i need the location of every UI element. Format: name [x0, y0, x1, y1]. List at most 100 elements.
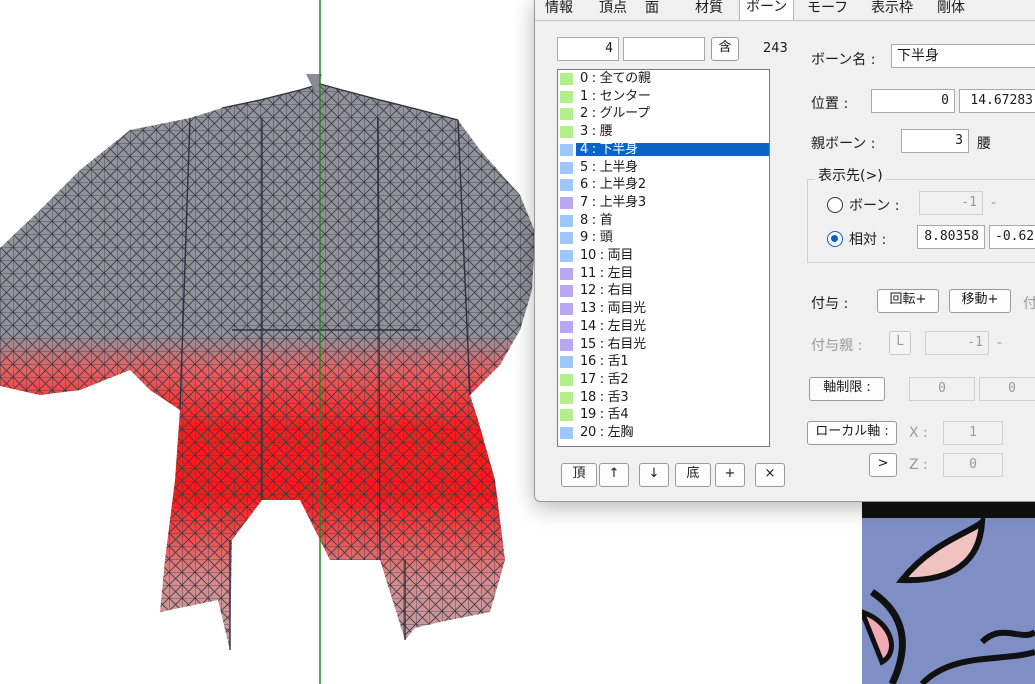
- bone-list-item[interactable]: 1 : センター: [560, 90, 768, 103]
- grant-rotate-button[interactable]: 回転+: [877, 289, 939, 313]
- local-axis-x-input[interactable]: 1: [943, 421, 1003, 445]
- bone-color-swatch: [560, 196, 573, 209]
- bone-list-label: 9 : 頭: [580, 230, 613, 246]
- bone-list-label: 12 : 右目: [580, 283, 634, 299]
- position-label: 位置 :: [811, 96, 849, 112]
- local-axis-z-label: Z :: [909, 457, 928, 473]
- relative-y-input[interactable]: -0.625: [989, 225, 1035, 249]
- bone-color-swatch: [560, 161, 573, 174]
- bone-list[interactable]: 0 : 全ての親 1 : センター 2 : グループ 3 : 腰 4 : 下半身 5 : …: [557, 69, 770, 447]
- bone-color-swatch: [560, 232, 573, 245]
- display-bone-radio[interactable]: [827, 197, 843, 213]
- parent-bone-index-input[interactable]: 3: [901, 129, 969, 153]
- bone-list-item[interactable]: 14 : 左目光: [560, 320, 768, 333]
- tab-bar: 情報 頂点 面 材質 ボーン モーフ 表示枠 剛体: [535, 0, 1035, 21]
- add-bone-button[interactable]: +: [715, 463, 745, 487]
- bone-list-item[interactable]: 9 : 頭: [560, 230, 768, 246]
- bone-color-swatch: [560, 373, 573, 386]
- bone-list-label: 8 : 首: [580, 212, 613, 228]
- tab-face[interactable]: 面: [639, 0, 665, 21]
- bone-color-swatch: [560, 108, 573, 121]
- bone-list-item[interactable]: 5 : 上半身: [560, 161, 768, 174]
- display-bone-name: -: [991, 195, 997, 211]
- move-up-button[interactable]: ↑: [599, 463, 629, 487]
- grant-label: 付与 :: [811, 296, 849, 312]
- bone-list-item[interactable]: 12 : 右目: [560, 283, 768, 299]
- parent-bone-name: 腰: [977, 136, 991, 152]
- move-down-button[interactable]: ↓: [639, 463, 669, 487]
- bone-list-label: 18 : 舌3: [580, 389, 629, 405]
- bone-name-label: ボーン名 :: [811, 52, 876, 68]
- tab-material[interactable]: 材質: [689, 0, 729, 21]
- grant-parent-local-button[interactable]: L: [889, 331, 911, 355]
- grant-parent-label: 付与親 :: [811, 338, 863, 354]
- grant-parent-input[interactable]: -1: [925, 331, 989, 355]
- display-relative-radio[interactable]: [827, 231, 843, 247]
- bone-name-input[interactable]: 下半身: [891, 44, 1035, 68]
- display-bone-input[interactable]: -1: [919, 191, 983, 215]
- bone-list-item[interactable]: 16 : 舌1: [560, 355, 768, 369]
- display-target-label: 表示先(>): [815, 165, 886, 185]
- bone-list-label: 17 : 舌2: [580, 371, 629, 387]
- display-relative-label: 相対 :: [849, 232, 887, 248]
- bone-color-swatch: [560, 338, 573, 351]
- delete-bone-button[interactable]: ×: [755, 463, 785, 487]
- bone-list-item[interactable]: 8 : 首: [560, 214, 768, 227]
- display-bone-label: ボーン :: [849, 198, 900, 214]
- bone-count: 243: [763, 41, 788, 56]
- bone-color-swatch: [560, 285, 573, 298]
- tab-bone[interactable]: ボーン: [739, 0, 795, 21]
- bone-list-label: 14 : 左目光: [580, 318, 646, 334]
- tab-divider: [535, 20, 1035, 21]
- bone-color-swatch: [560, 356, 573, 369]
- tab-info[interactable]: 情報: [539, 0, 579, 21]
- bone-list-item[interactable]: 19 : 舌4: [560, 407, 768, 423]
- local-axis-z-input[interactable]: 0: [943, 453, 1003, 477]
- bone-list-label: 5 : 上半身: [580, 159, 638, 175]
- axis-limit-x-input[interactable]: 0: [909, 377, 975, 401]
- bone-list-label: 2 : グループ: [580, 106, 650, 122]
- bone-list-label: 4 : 下半身: [576, 142, 769, 156]
- bone-list-item[interactable]: 6 : 上半身2: [560, 178, 768, 192]
- axis-limit-button[interactable]: 軸制限 :: [809, 377, 885, 401]
- move-bottom-button[interactable]: 底: [675, 463, 711, 487]
- bone-color-swatch: [560, 126, 573, 139]
- bone-list-item[interactable]: 15 : 右目光: [560, 338, 768, 351]
- axis-limit-y-input[interactable]: 0: [979, 377, 1035, 401]
- bone-list-item[interactable]: 2 : グループ: [560, 106, 768, 122]
- move-top-button[interactable]: 頂: [561, 463, 597, 487]
- tab-morph[interactable]: モーフ: [801, 0, 854, 21]
- bone-list-item[interactable]: 10 : 両目: [560, 249, 768, 262]
- bone-search-input[interactable]: [623, 37, 705, 61]
- bone-color-swatch: [560, 90, 573, 103]
- relative-x-input[interactable]: 8.80358: [917, 225, 985, 249]
- local-axis-expand-button[interactable]: >: [869, 453, 897, 477]
- grant-parent-name: -: [997, 335, 1003, 351]
- bone-list-label: 10 : 両目: [580, 248, 634, 263]
- include-toggle-button[interactable]: 含: [711, 37, 739, 61]
- tab-display-frame[interactable]: 表示枠: [865, 0, 919, 21]
- tab-rigid-body[interactable]: 剛体: [931, 0, 971, 21]
- bone-list-item[interactable]: 18 : 舌3: [560, 391, 768, 404]
- bone-list-item[interactable]: 17 : 舌2: [560, 373, 768, 386]
- local-axis-button[interactable]: ローカル軸 :: [807, 421, 897, 445]
- bone-list-item[interactable]: 7 : 上半身3: [560, 196, 768, 209]
- bone-list-label: 11 : 左目: [580, 265, 634, 281]
- bone-list-item[interactable]: 20 : 左胸: [560, 426, 768, 439]
- bone-list-item[interactable]: 11 : 左目: [560, 267, 768, 280]
- bone-list-item[interactable]: 3 : 腰: [560, 125, 768, 139]
- position-y-input[interactable]: 14.67283: [959, 89, 1035, 113]
- position-x-input[interactable]: 0: [871, 89, 955, 113]
- bone-list-label: 19 : 舌4: [580, 407, 629, 423]
- local-axis-x-label: X :: [909, 425, 928, 441]
- bone-list-item[interactable]: 4 : 下半身: [560, 142, 769, 156]
- bone-color-swatch: [560, 214, 573, 227]
- bone-list-item[interactable]: 0 : 全ての親: [560, 72, 768, 85]
- bone-editor-panel: 情報 頂点 面 材質 ボーン モーフ 表示枠 剛体 4 含 243 0 : 全て…: [534, 0, 1035, 502]
- grant-move-button[interactable]: 移動+: [949, 289, 1011, 313]
- bone-color-swatch: [560, 427, 573, 439]
- tab-vertex[interactable]: 頂点: [593, 0, 633, 21]
- bone-list-item[interactable]: 13 : 両目光: [560, 302, 768, 316]
- preview-window[interactable]: [862, 502, 1035, 684]
- bone-index-input[interactable]: 4: [557, 37, 619, 61]
